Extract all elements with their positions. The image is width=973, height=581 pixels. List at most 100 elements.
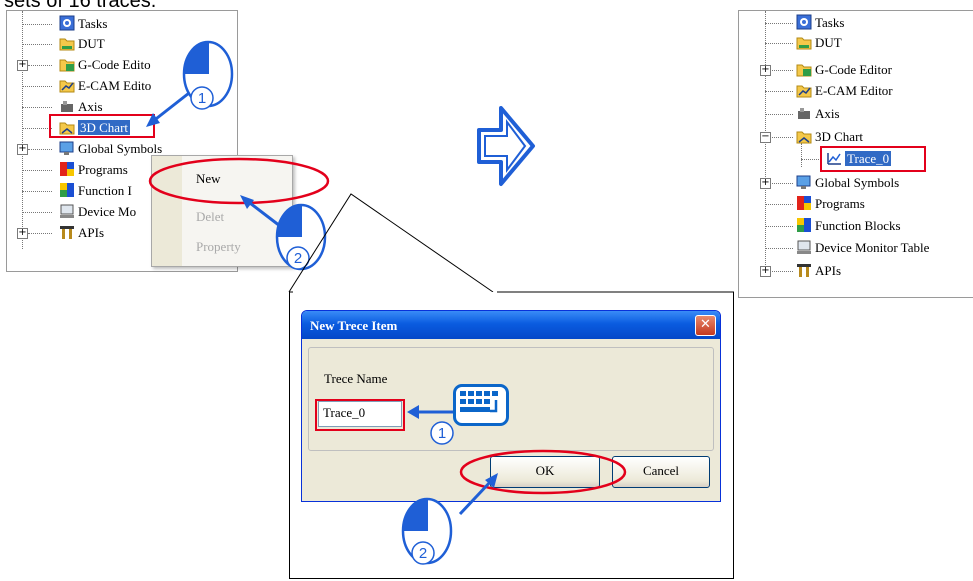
tree-item-label: Global Symbols — [815, 175, 900, 190]
programs-icon — [59, 161, 75, 177]
tree-item-label: Global Symbols — [78, 141, 163, 156]
dialog-title: New Trece Item — [310, 318, 398, 333]
tree-item-label: E-CAM Editor — [815, 83, 893, 98]
tree-item-label: Device Mo — [78, 204, 137, 219]
folder-icon — [59, 56, 75, 72]
callout-top-edge — [289, 291, 734, 293]
tree-line — [28, 149, 52, 150]
tree-line — [22, 107, 52, 108]
arrow-to-input — [407, 405, 453, 419]
expand-toggle[interactable]: + — [760, 266, 771, 277]
folder-icon — [796, 34, 812, 50]
tree-item-apis[interactable]: APIs — [796, 262, 841, 280]
tree-item-label: Tasks — [815, 15, 845, 30]
tree-line — [22, 170, 52, 171]
arrow-to-ok — [458, 473, 498, 516]
tree-line — [22, 212, 52, 213]
svg-text:1: 1 — [438, 425, 446, 442]
tree-item-label: Function I — [78, 183, 132, 198]
device-monitor-icon — [59, 203, 75, 219]
tree-item-device-monitor[interactable]: Device Mo — [59, 203, 136, 221]
tree-item-label: APIs — [815, 263, 842, 278]
svg-text:1: 1 — [198, 90, 206, 107]
tree-line — [765, 91, 793, 92]
tree-line — [765, 114, 793, 115]
tree-item-programs[interactable]: Programs — [796, 195, 865, 213]
expand-toggle[interactable]: + — [17, 228, 28, 239]
tree-line — [765, 204, 793, 205]
tasks-icon — [796, 14, 812, 30]
tree-item-label: Function Blocks — [815, 218, 901, 233]
folder-icon — [59, 77, 75, 93]
menu-item-delete[interactable]: Delet — [196, 206, 224, 228]
tree-line — [765, 226, 793, 227]
tree-line — [28, 233, 52, 234]
apis-icon — [59, 224, 75, 240]
step-2-badge: 2 — [411, 541, 435, 565]
tree-item-label: G-Code Edito — [78, 57, 151, 72]
collapse-toggle[interactable]: − — [760, 132, 771, 143]
device-monitor-icon — [796, 239, 812, 255]
tree-item-label: DUT — [815, 35, 842, 50]
tree-line — [22, 86, 52, 87]
tree-line — [770, 271, 793, 272]
tree-item-device-monitor-table[interactable]: Device Monitor Table — [796, 239, 929, 257]
globe-monitor-icon — [59, 140, 75, 156]
expand-toggle[interactable]: + — [17, 60, 28, 71]
highlight-trace-name-input — [315, 399, 405, 431]
tree-item-dut[interactable]: DUT — [59, 35, 105, 53]
tree-line — [765, 43, 793, 44]
programs-icon — [796, 195, 812, 211]
tree-item-label: Tasks — [78, 16, 108, 31]
tree-line — [765, 248, 793, 249]
tree-item-axis[interactable]: Axis — [796, 105, 840, 123]
tree-item-label: 3D Chart — [815, 129, 864, 144]
tree-item-g-code-editor[interactable]: G-Code Editor — [796, 61, 892, 79]
trace-name-label: Trece Name — [324, 371, 388, 386]
tree-item-label: Device Monitor Table — [815, 240, 930, 255]
tree-line — [770, 70, 793, 71]
tree-item-3d-chart[interactable]: 3D Chart — [796, 128, 863, 146]
function-blocks-icon — [59, 182, 75, 198]
tree-item-e-cam-editor[interactable]: E-CAM Editor — [796, 82, 893, 100]
svg-text:2: 2 — [419, 545, 427, 562]
tree-item-programs[interactable]: Programs — [59, 161, 128, 179]
expand-toggle[interactable]: + — [17, 144, 28, 155]
step-1-badge: 1 — [430, 421, 454, 445]
menu-item-property[interactable]: Property — [196, 236, 241, 258]
expand-toggle[interactable]: + — [760, 65, 771, 76]
folder-icon — [59, 35, 75, 51]
tree-item-label: G-Code Editor — [815, 62, 892, 77]
dialog-titlebar[interactable]: New Trece Item ✕ — [302, 311, 720, 339]
folder-icon — [796, 61, 812, 77]
globe-monitor-icon — [796, 174, 812, 190]
tree-item-function-blocks[interactable]: Function I — [59, 182, 132, 200]
tree-item-dut[interactable]: DUT — [796, 34, 842, 52]
tree-line — [22, 44, 52, 45]
tree-item-tasks[interactable]: Tasks — [59, 15, 107, 33]
axis-motor-icon — [59, 98, 75, 114]
tasks-icon — [59, 15, 75, 31]
tree-line — [22, 191, 52, 192]
tree-item-label: Programs — [78, 162, 128, 177]
tree-item-label: APIs — [78, 225, 105, 240]
tree-item-apis[interactable]: APIs — [59, 224, 104, 242]
tree-line — [765, 23, 793, 24]
tree-item-tasks[interactable]: Tasks — [796, 14, 844, 32]
big-arrow-right-icon — [477, 106, 535, 186]
tree-item-function-blocks[interactable]: Function Blocks — [796, 217, 901, 235]
tree-item-e-cam-editor[interactable]: E-CAM Edito — [59, 77, 151, 95]
tree-line — [801, 159, 821, 160]
tree-line — [28, 65, 52, 66]
tree-item-g-code-editor[interactable]: G-Code Edito — [59, 56, 151, 74]
step-1-badge: 1 — [190, 86, 214, 110]
function-blocks-icon — [796, 217, 812, 233]
expand-toggle[interactable]: + — [760, 178, 771, 189]
tree-item-global-symbols[interactable]: Global Symbols — [796, 174, 899, 192]
apis-icon — [796, 262, 812, 278]
close-icon[interactable]: ✕ — [695, 315, 716, 336]
tree-item-label: Axis — [78, 99, 103, 114]
callout-pointer — [288, 193, 494, 293]
axis-motor-icon — [796, 105, 812, 121]
folder-icon — [796, 82, 812, 98]
